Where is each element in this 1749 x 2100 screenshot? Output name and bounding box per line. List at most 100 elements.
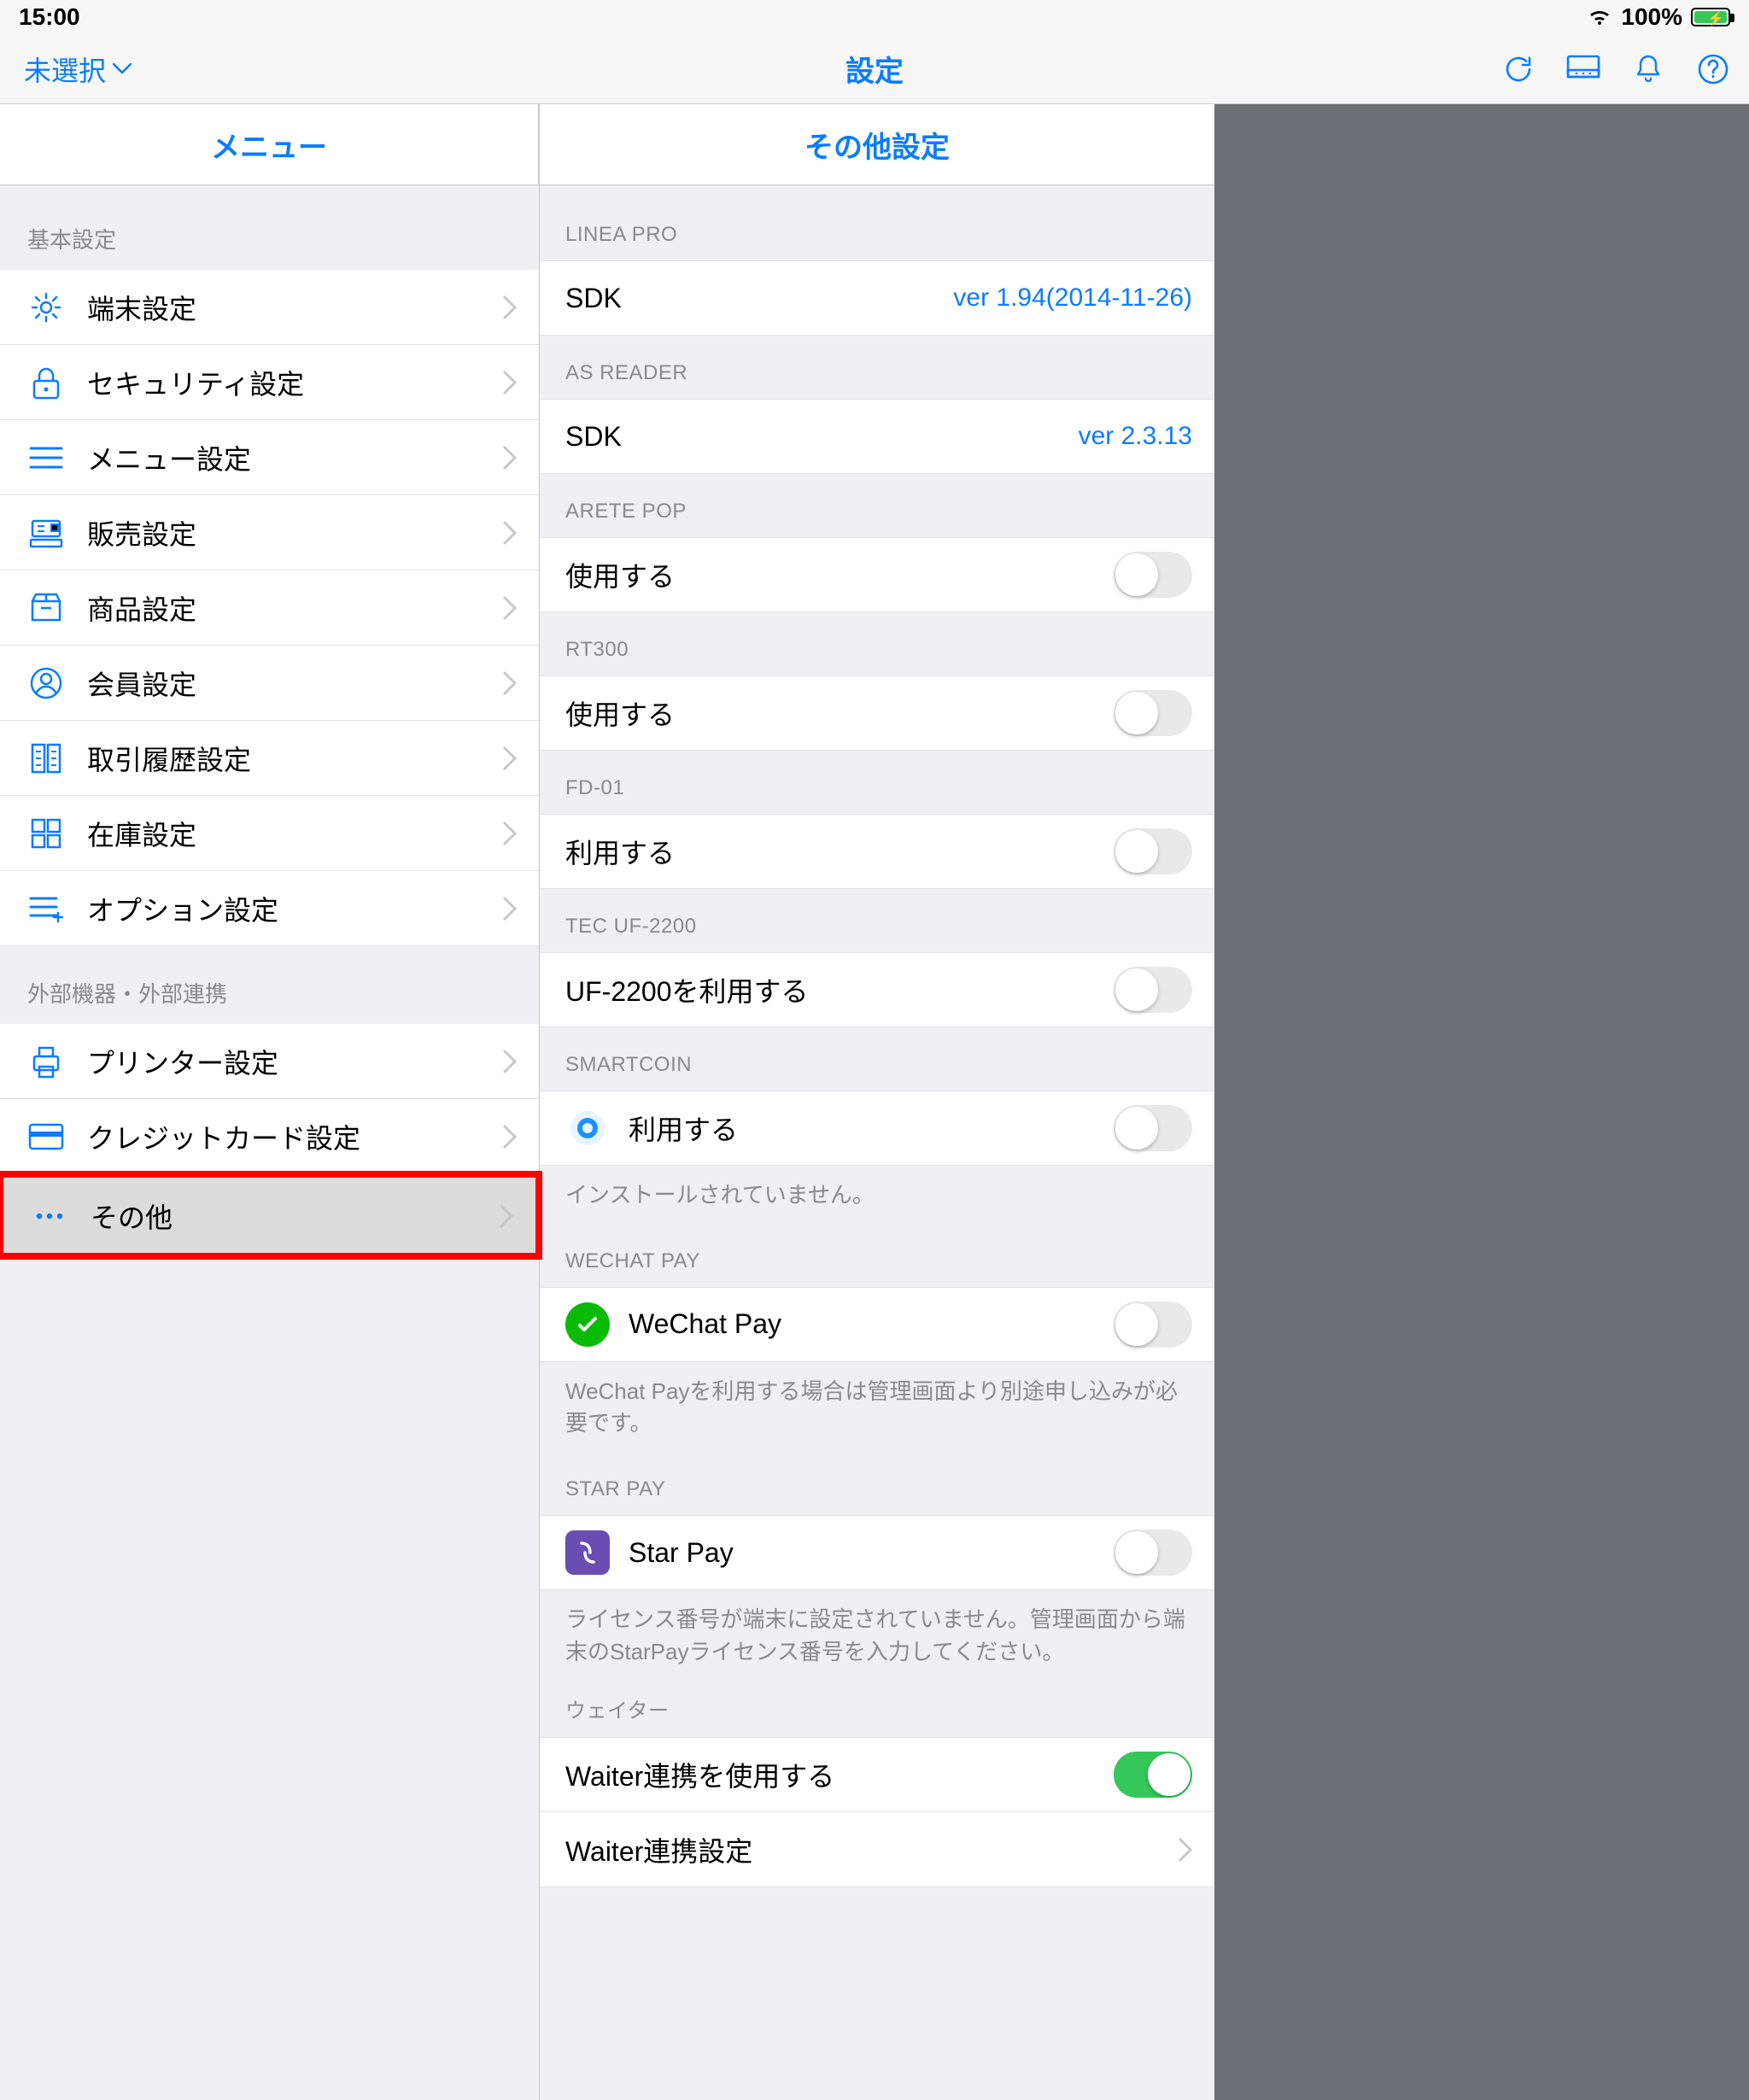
group-arete-pop: ARETE POP (540, 474, 1214, 537)
starpay-icon (565, 1530, 610, 1575)
help-button[interactable] (1694, 50, 1732, 88)
chevron-right-icon (503, 371, 517, 395)
menu-item-label: 端末設定 (70, 288, 503, 327)
row-smartcoin-use: 利用する (540, 1091, 1214, 1166)
row-label: 使用する (565, 693, 1114, 733)
refresh-button[interactable] (1500, 50, 1537, 88)
row-arete-use: 使用する (540, 537, 1214, 612)
chevron-right-icon (503, 897, 517, 921)
group-linea-pro: LINEA PRO (540, 185, 1214, 260)
menu-item-sales[interactable]: 販売設定 (0, 495, 539, 570)
toggle-fd01[interactable] (1114, 828, 1192, 875)
note-smartcoin: インストールされていません。 (540, 1166, 1214, 1212)
chevron-right-icon (503, 446, 517, 470)
group-fd01: FD-01 (540, 751, 1214, 814)
bell-button[interactable] (1629, 50, 1667, 88)
gear-icon (22, 290, 70, 325)
menu-item-stock[interactable]: 在庫設定 (0, 796, 539, 871)
row-waiter-use: Waiter連携を使用する (540, 1737, 1214, 1812)
toggle-uf2200[interactable] (1114, 967, 1192, 1013)
group-smartcoin: SMARTCOIN (540, 1027, 1214, 1091)
group-as-reader: AS READER (540, 336, 1214, 399)
menu-item-security[interactable]: セキュリティ設定 (0, 345, 539, 420)
grid-icon (22, 817, 70, 850)
row-fd01-use: 利用する (540, 814, 1214, 889)
group-waiter: ウェイター (540, 1668, 1214, 1737)
chevron-right-icon (503, 1125, 517, 1149)
row-uf2200-use: UF-2200を利用する (540, 952, 1214, 1027)
menu-item-label: クレジットカード設定 (70, 1117, 503, 1156)
box-icon (22, 593, 70, 623)
wifi-icon (1587, 8, 1612, 26)
row-label: Star Pay (629, 1537, 1114, 1569)
card-icon (22, 1123, 70, 1150)
row-label: Waiter連携設定 (565, 1830, 1168, 1869)
row-asreader-sdk[interactable]: SDK ver 2.3.13 (540, 399, 1214, 474)
highlight-box: その他 (0, 1171, 542, 1260)
menu-item-label: 取引履歴設定 (70, 739, 503, 778)
menu-item-credit[interactable]: クレジットカード設定 (0, 1099, 539, 1174)
menu-item-label: 販売設定 (70, 513, 503, 553)
list-plus-icon (22, 894, 70, 923)
row-label: 使用する (565, 555, 1114, 594)
row-wechat-use: WeChat Pay (540, 1287, 1214, 1362)
printer-icon (22, 1044, 70, 1079)
row-value: ver 1.94(2014-11-26) (953, 284, 1192, 313)
menu-item-label: 在庫設定 (70, 814, 503, 853)
register-icon (22, 518, 70, 548)
right-gutter (1214, 104, 1749, 2100)
toggle-waiter[interactable] (1114, 1752, 1192, 1798)
menu-item-label: 会員設定 (70, 664, 503, 703)
sidebar: メニュー 基本設定 端末設定 セキュリティ設定 メニュー設定 販売設定 (0, 104, 540, 2100)
toggle-smartcoin[interactable] (1114, 1105, 1192, 1151)
row-waiter-settings[interactable]: Waiter連携設定 (540, 1812, 1214, 1887)
sidebar-header: メニュー (0, 104, 539, 185)
chevron-right-icon (503, 746, 517, 770)
wechat-icon (565, 1302, 610, 1347)
row-starpay-use: Star Pay (540, 1515, 1214, 1590)
chevron-right-icon (503, 521, 517, 545)
chevron-right-icon (500, 1204, 513, 1228)
row-label: 利用する (565, 832, 1114, 871)
row-label: WeChat Pay (629, 1308, 1114, 1340)
note-starpay: ライセンス番号が端末に設定されていません。管理画面から端末のStarPayライセ… (540, 1590, 1214, 1668)
main-header: その他設定 (540, 104, 1214, 185)
menu-item-label: プリンター設定 (70, 1042, 503, 1081)
menu-item-label: 商品設定 (70, 588, 503, 628)
chevron-right-icon (503, 596, 517, 620)
page-title: 設定 (0, 48, 1749, 90)
sidebar-section-external: 外部機器・外部連携 (0, 946, 539, 1024)
row-linea-sdk[interactable]: SDK ver 1.94(2014-11-26) (540, 260, 1214, 336)
chevron-right-icon (1179, 1838, 1192, 1862)
toggle-starpay[interactable] (1114, 1530, 1192, 1576)
chevron-down-icon (113, 63, 132, 75)
menu-item-option[interactable]: オプション設定 (0, 871, 539, 946)
menu-item-other[interactable]: その他 (3, 1178, 535, 1253)
note-wechat: WeChat Payを利用する場合は管理画面より別途申し込みが必要です。 (540, 1362, 1214, 1440)
battery-pct: 100% (1621, 3, 1682, 31)
group-tec-uf2200: TEC UF-2200 (540, 889, 1214, 952)
toggle-wechat[interactable] (1114, 1302, 1192, 1348)
smartcoin-icon (565, 1106, 610, 1150)
chevron-right-icon (503, 295, 517, 319)
group-wechat: WECHAT PAY (540, 1212, 1214, 1287)
menu-item-member[interactable]: 会員設定 (0, 646, 539, 721)
device-button[interactable] (1565, 50, 1602, 88)
nav-back-label: 未選択 (24, 50, 106, 89)
receipt-icon (22, 741, 70, 775)
sidebar-section-basic: 基本設定 (0, 185, 539, 270)
menu-item-printer[interactable]: プリンター設定 (0, 1024, 539, 1099)
row-value: ver 2.3.13 (1079, 422, 1192, 451)
main-panel: その他設定 LINEA PRO SDK ver 1.94(2014-11-26)… (540, 104, 1214, 2100)
menu-item-history[interactable]: 取引履歴設定 (0, 721, 539, 796)
clock: 15:00 (19, 3, 80, 31)
toggle-arete[interactable] (1114, 552, 1192, 598)
row-label: UF-2200を利用する (565, 970, 1114, 1009)
toggle-rt300[interactable] (1114, 690, 1192, 736)
menu-item-menu[interactable]: メニュー設定 (0, 420, 539, 495)
chevron-right-icon (503, 822, 517, 845)
nav-back-button[interactable]: 未選択 (24, 50, 132, 89)
menu-item-label: メニュー設定 (70, 438, 503, 477)
menu-item-terminal[interactable]: 端末設定 (0, 270, 539, 345)
menu-item-product[interactable]: 商品設定 (0, 570, 539, 646)
